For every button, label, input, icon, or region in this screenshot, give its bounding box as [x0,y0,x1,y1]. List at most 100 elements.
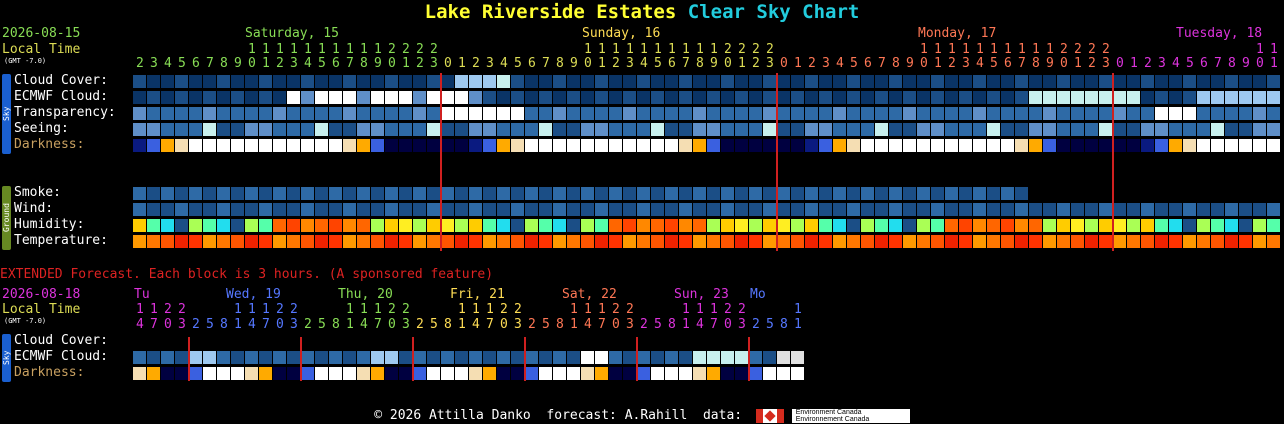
cloud-cover-cell [1085,75,1098,88]
smoke-cell [917,187,930,200]
day-label: Tuesday, 18 [1176,26,1263,41]
hour-tens-digit: 1 [1256,42,1264,57]
darkness-label[interactable]: Darkness: [14,137,84,153]
seeing-cell [231,123,244,136]
darkness-cell [147,139,160,152]
seeing-cell [217,123,230,136]
canada-flag-icon[interactable] [755,408,784,423]
smoke-cell [903,187,916,200]
transparency-cell [259,107,272,120]
ecmwf-cloud-label[interactable]: ECMWF Cloud: [14,89,108,105]
temperature-cell [455,235,468,248]
ext-ecmwf-cloud-cell [777,351,790,364]
humidity-cell [175,219,188,232]
extended-sky-sidebar-label: Sky [2,350,11,366]
seeing-cell [301,123,314,136]
darkness-cell [819,139,832,152]
environment-canada-logo[interactable]: Environment Canada Environnement Canada [791,408,910,423]
wind-cell [1225,203,1238,216]
transparency-cell [231,107,244,120]
ecmwf-cloud-cell [483,91,496,104]
transparency-cell [1253,107,1266,120]
ecmwf-cloud-cell [231,91,244,104]
humidity-cell [875,219,888,232]
wind-label[interactable]: Wind: [14,201,53,217]
smoke-cell [749,187,762,200]
extended-darkness-label[interactable]: Darkness: [14,365,84,381]
temperature-cell [1211,235,1224,248]
seeing-cell [567,123,580,136]
smoke-cell [791,187,804,200]
ext-hour-tens-digit: 2 [388,302,396,317]
ext-darkness-cell [147,367,160,380]
cloud-cover-cell [791,75,804,88]
transparency-cell [273,107,286,120]
temperature-cell [511,235,524,248]
humidity-cell [525,219,538,232]
ecmwf-cloud-cell [693,91,706,104]
hour-tens-digit: 1 [962,42,970,57]
temperature-cell [1001,235,1014,248]
humidity-cell [511,219,524,232]
transparency-cell [1099,107,1112,120]
smoke-cell [581,187,594,200]
transparency-cell [595,107,608,120]
location-name[interactable]: Lake Riverside Estates [425,1,677,23]
wind-cell [931,203,944,216]
copyright[interactable]: © 2026 Attilla Danko [374,408,531,423]
ext-hour-ones-digit: 1 [682,317,690,332]
ext-day-label: Wed, 19 [226,287,281,302]
transparency-label[interactable]: Transparency: [14,105,116,121]
ecmwf-cloud-cell [175,91,188,104]
smoke-cell [231,187,244,200]
humidity-cell [259,219,272,232]
temperature-label[interactable]: Temperature: [14,233,108,249]
ext-hour-tens-digit: 1 [234,302,242,317]
ext-day-label: Sun, 23 [674,287,729,302]
ext-darkness-cell [371,367,384,380]
seeing-label[interactable]: Seeing: [14,121,69,137]
humidity-label[interactable]: Humidity: [14,217,84,233]
darkness-cell [483,139,496,152]
humidity-cell [147,219,160,232]
hour-ones-digit: 2 [752,56,760,71]
ecmwf-cloud-cell [455,91,468,104]
humidity-cell [693,219,706,232]
hour-tens-digit: 1 [1270,42,1278,57]
ext-ecmwf-cloud-cell [133,351,146,364]
wind-cell [483,203,496,216]
darkness-cell [385,139,398,152]
ext-hour-tens-digit: 1 [710,302,718,317]
cloud-cover-label[interactable]: Cloud Cover: [14,73,108,89]
wind-cell [623,203,636,216]
ext-midnight-marker [188,337,190,381]
extended-notice[interactable]: EXTENDED Forecast. Each block is 3 hours… [0,268,493,282]
humidity-cell [287,219,300,232]
wind-cell [693,203,706,216]
smoke-label[interactable]: Smoke: [14,185,61,201]
chart-name[interactable]: Clear Sky Chart [688,1,860,23]
hour-tens-digit: 2 [1102,42,1110,57]
temperature-cell [665,235,678,248]
extended-local-time-label: Local Time [2,302,81,317]
hour-tens-digit: 1 [318,42,326,57]
hour-tens-digit: 1 [612,42,620,57]
humidity-cell [441,219,454,232]
extended-cloud-cover-label[interactable]: Cloud Cover: [14,333,108,349]
local-time-label: Local Time [2,42,81,57]
darkness-cell [1113,139,1126,152]
forecast-credit[interactable]: forecast: A.Rahill [546,408,687,423]
ext-hour-tens-digit: 1 [374,302,382,317]
temperature-cell [791,235,804,248]
wind-cell [707,203,720,216]
hour-ones-digit: 5 [178,56,186,71]
forecast-date: 2026-08-15 [2,26,81,41]
ecmwf-cloud-cell [511,91,524,104]
ext-darkness-cell [357,367,370,380]
hour-ones-digit: 2 [416,56,424,71]
ext-ecmwf-cloud-cell [441,351,454,364]
ext-hour-ones-digit: 8 [780,317,788,332]
hour-ones-digit: 1 [1270,56,1278,71]
humidity-cell [189,219,202,232]
extended-ecmwf-cloud-label[interactable]: ECMWF Cloud: [14,349,108,365]
